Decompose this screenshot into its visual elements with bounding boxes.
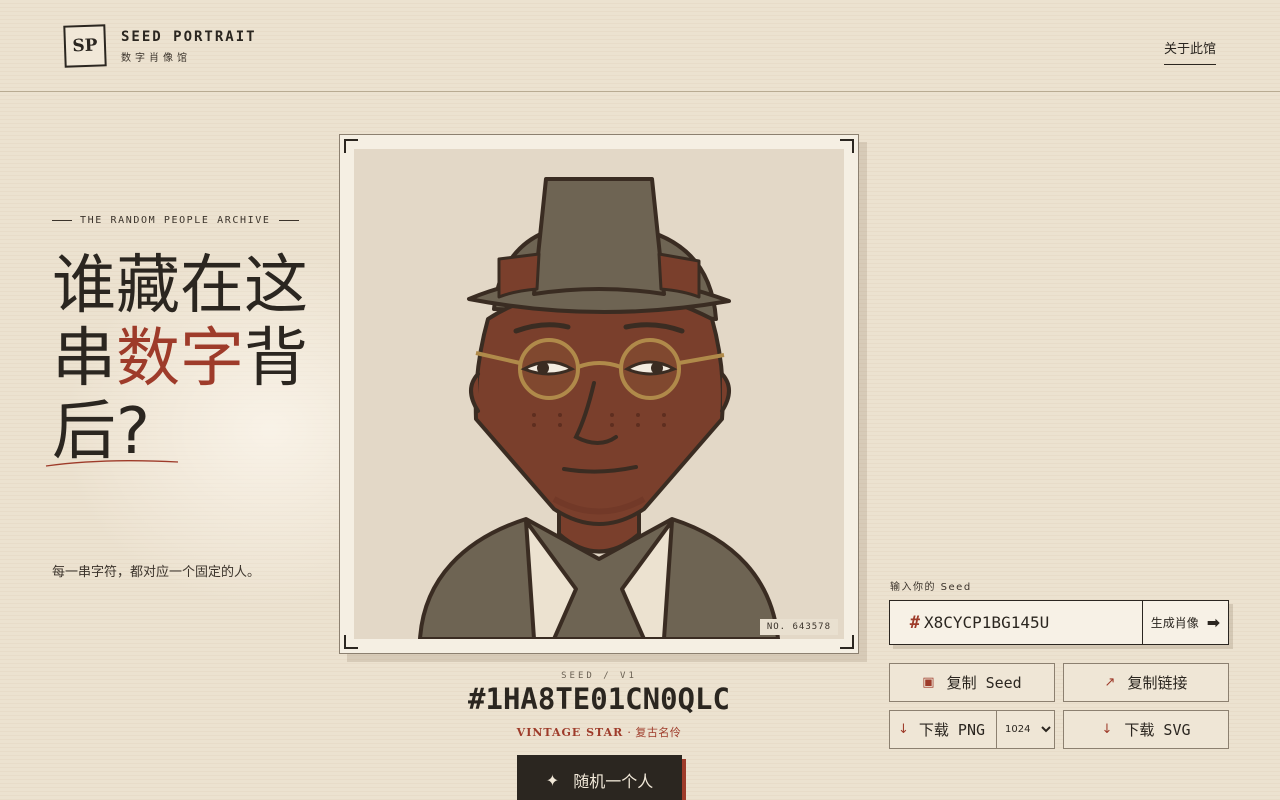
seed-input-label: 输入你的 Seed xyxy=(890,582,972,593)
seed-label: SEED / V1 xyxy=(561,671,637,681)
eyebrow-rule-right xyxy=(278,220,299,221)
copy-link-button[interactable]: ↗ 复制链接 xyxy=(1063,663,1229,702)
hat-band-right xyxy=(657,252,701,299)
corner-top-right xyxy=(840,139,854,153)
eyebrow-rule-left xyxy=(52,220,72,221)
hat-crown xyxy=(532,177,666,296)
portrait-card: NO. 643578 xyxy=(339,134,859,654)
style-name-en: VINTAGE STAR xyxy=(516,726,624,739)
png-size-select[interactable]: 1024 xyxy=(996,711,1054,748)
sparkle-icon: ✦ xyxy=(545,770,560,790)
random-person-button[interactable]: ✦ 随机一个人 xyxy=(517,755,682,800)
logo-mark[interactable]: SP xyxy=(63,24,107,68)
eyebrow-text: THE RANDOM PEOPLE ARCHIVE xyxy=(80,215,271,226)
download-svg-button[interactable]: ↓ 下载 SVG xyxy=(1063,710,1229,749)
ear-right xyxy=(720,372,731,413)
generate-portrait-button[interactable]: 生成肖像 ➡ xyxy=(1142,601,1228,644)
generate-label: 生成肖像 xyxy=(1150,616,1199,630)
copy-link-label: 复制链接 xyxy=(1127,674,1188,692)
seed-value: #1HA8TE01CN0QLC xyxy=(468,682,730,716)
download-svg-label: 下载 SVG xyxy=(1124,721,1191,739)
copy-icon: ▣ xyxy=(922,675,935,690)
site-header: SP SEED PORTRAIT 数字肖像馆 关于此馆 xyxy=(0,0,1280,92)
portrait-illustration xyxy=(418,177,780,639)
face xyxy=(473,287,725,526)
style-separator: · xyxy=(623,726,636,739)
accent-underline xyxy=(45,460,179,467)
logo-subtitle: 数字肖像馆 xyxy=(121,53,191,64)
style-name-zh: 复古名伶 xyxy=(635,726,682,739)
hero-eyebrow: THE RANDOM PEOPLE ARCHIVE xyxy=(52,215,299,226)
logo-title[interactable]: SEED PORTRAIT xyxy=(121,29,257,45)
download-png-label: 下载 PNG xyxy=(918,721,986,739)
download-png-button[interactable]: ↓ 下载 PNG 1024 xyxy=(889,710,1055,749)
portrait-canvas xyxy=(354,149,844,639)
seed-input-group: # 生成肖像 ➡ xyxy=(889,600,1229,645)
ear-left xyxy=(469,372,480,413)
download-icon: ↓ xyxy=(898,722,909,737)
pupil-right xyxy=(651,362,663,374)
hero-headline: 谁藏在这串数字背后? xyxy=(52,250,312,469)
corner-bottom-right xyxy=(840,635,854,649)
hero-tagline: 每一串字符，都对应一个固定的人。 xyxy=(52,565,261,580)
share-arrow-icon: ↗ xyxy=(1104,675,1116,690)
copy-seed-button[interactable]: ▣ 复制 Seed xyxy=(889,663,1055,702)
pupil-left xyxy=(537,362,549,374)
arrow-right-icon: ➡ xyxy=(1206,613,1221,632)
seed-input[interactable] xyxy=(924,601,1142,644)
download-icon: ↓ xyxy=(1101,722,1113,737)
corner-top-left xyxy=(344,139,358,153)
copy-seed-label: 复制 Seed xyxy=(946,674,1022,692)
corner-bottom-left xyxy=(344,635,358,649)
portrait-serial: NO. 643578 xyxy=(759,619,838,635)
headline-accent: 数字 xyxy=(116,322,244,396)
hash-icon: # xyxy=(909,612,920,633)
hat-band xyxy=(497,252,541,299)
about-link[interactable]: 关于此馆 xyxy=(1163,38,1216,65)
style-line: VINTAGE STAR · 复古名伶 xyxy=(339,724,859,740)
random-person-label: 随机一个人 xyxy=(573,772,654,791)
